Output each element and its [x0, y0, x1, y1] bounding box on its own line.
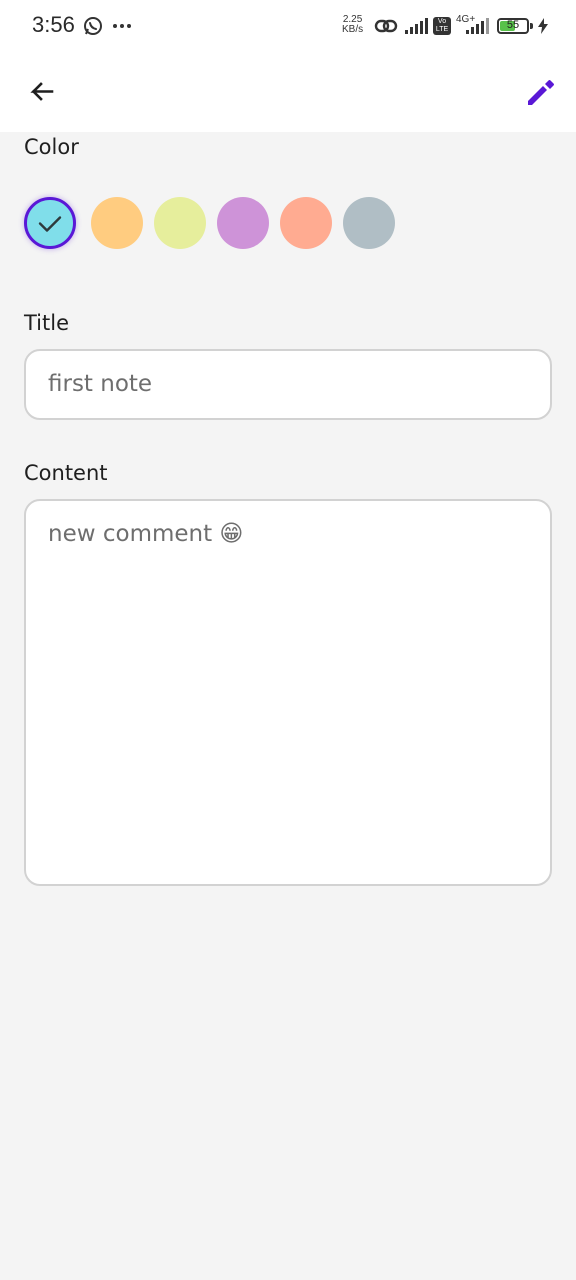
network-speed: 2.25 KB/s	[342, 15, 363, 35]
status-time: 3:56	[32, 12, 75, 37]
signal-strength-icon-1	[405, 18, 428, 34]
edit-button[interactable]	[520, 72, 562, 114]
status-bar: 3:56 2.25 KB/s Vo LTE 4G+ 55	[0, 0, 576, 54]
app-bar	[0, 54, 576, 132]
color-swatch-salmon[interactable]	[280, 197, 332, 249]
pencil-icon	[528, 80, 554, 105]
content-textarea-value: new comment 😁	[48, 521, 244, 547]
volte-label: Vo LTE	[435, 18, 449, 33]
battery-tip	[530, 23, 533, 29]
back-button[interactable]	[20, 72, 62, 114]
more-notifications-icon	[113, 24, 131, 28]
color-swatch-orange[interactable]	[91, 197, 143, 249]
content-label: Content	[24, 461, 108, 485]
battery-level: 55	[506, 19, 520, 31]
color-swatch-gray[interactable]	[343, 197, 395, 249]
title-label: Title	[24, 311, 70, 335]
network-speed-unit: KB/s	[342, 24, 364, 35]
color-label: Color	[24, 135, 79, 159]
content-textarea[interactable]: new comment 😁	[24, 499, 552, 886]
arrow-back-icon	[30, 82, 54, 101]
charging-bolt-icon	[538, 18, 548, 34]
whatsapp-icon	[84, 17, 102, 35]
check-icon	[38, 216, 62, 232]
volte-icon: Vo LTE	[433, 17, 451, 35]
title-input-value: first note	[48, 371, 153, 397]
title-input[interactable]: first note	[24, 349, 552, 420]
battery-icon: 55	[497, 18, 529, 34]
color-swatch-lime[interactable]	[154, 197, 206, 249]
color-swatch-purple[interactable]	[217, 197, 269, 249]
hotspot-link-icon	[374, 19, 398, 33]
color-swatch-cyan[interactable]	[24, 197, 76, 249]
signal-strength-icon-2	[466, 18, 489, 34]
